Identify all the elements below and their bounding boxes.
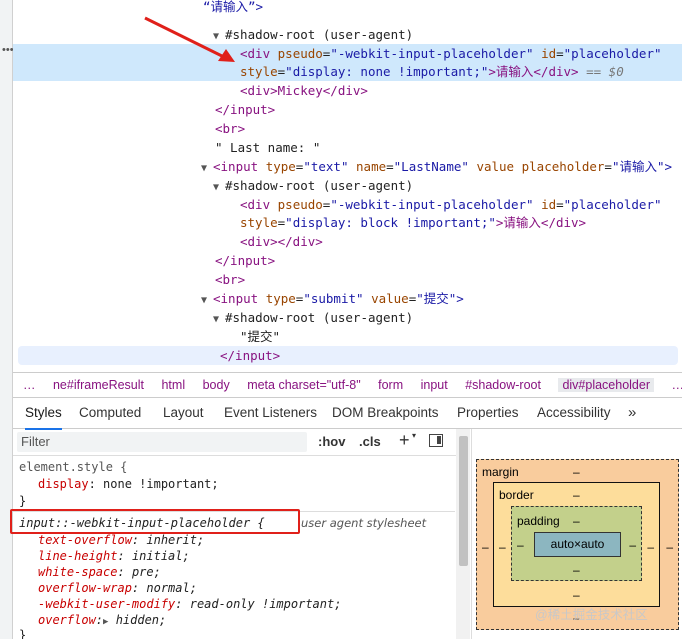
element-style-selector: element.style { (19, 460, 128, 474)
breadcrumb-item[interactable]: body (203, 378, 230, 392)
styles-tab-bar: Styles Computed Layout Event Listeners D… (13, 398, 682, 430)
padding-label: padding (517, 514, 560, 528)
breadcrumb-item[interactable]: input (421, 378, 448, 392)
dom-node-line[interactable]: “请输入”> (13, 0, 682, 16)
css-declaration: text-overflow: inherit; (38, 533, 205, 547)
scrollbar-thumb[interactable] (459, 436, 468, 566)
watermark: @稀土掘金技术社区 (535, 608, 648, 622)
breadcrumb-item-active[interactable]: div#placeholder (558, 378, 654, 392)
more-tabs-icon[interactable]: » (628, 398, 636, 428)
breadcrumb: … ne#iframeResult html body meta charset… (13, 372, 682, 398)
dom-node-line[interactable]: style="display: block !important;">请输入</… (13, 213, 682, 232)
padding-top-value: – (573, 514, 580, 528)
dom-node-line[interactable]: ▼ <input type="text" name="LastName" valu… (13, 157, 682, 176)
breadcrumb-item[interactable]: form (378, 378, 403, 392)
border-bottom-value: – (573, 588, 580, 602)
dom-node-line[interactable]: </input> (13, 100, 682, 119)
dom-node-line[interactable]: <div pseudo="-webkit-input-placeholder" … (13, 195, 682, 214)
dom-node-line[interactable]: ▼ #shadow-root (user-agent) (13, 25, 682, 44)
tab-computed[interactable]: Computed (79, 398, 141, 428)
elements-tree: “请输入”> ▼ #shadow-root (user-agent) <div p… (13, 0, 682, 370)
dom-node-line[interactable]: </input> (13, 251, 682, 270)
margin-right-value: – (666, 540, 673, 554)
dom-node-line[interactable]: <div></div> (13, 232, 682, 251)
css-declaration: overflow:▶ hidden; (38, 613, 167, 627)
dom-node-line[interactable]: <br> (13, 270, 682, 289)
more-options-icon[interactable]: ••• (2, 44, 14, 56)
dom-node-line[interactable]: " Last name: " (13, 138, 682, 157)
css-declaration: overflow-wrap: normal; (38, 581, 197, 595)
dom-node-line-selected[interactable]: <div pseudo="-webkit-input-placeholder" … (13, 44, 682, 63)
rule-close-brace: } (19, 628, 27, 639)
breadcrumb-ellipsis[interactable]: … (23, 378, 36, 392)
tab-styles[interactable]: Styles (25, 398, 62, 430)
cls-toggle[interactable]: .cls (359, 434, 381, 449)
panel-left-edge (0, 0, 13, 639)
styles-pane: element.style { display: none !important… (13, 456, 455, 639)
breadcrumb-item[interactable]: ne#iframeResult (53, 378, 144, 392)
breadcrumb-ellipsis[interactable]: … (671, 378, 682, 392)
rule-origin: user agent stylesheet (301, 516, 427, 530)
padding-right-value: – (629, 538, 636, 552)
dom-node-line[interactable]: <br> (13, 119, 682, 138)
highlight-box-annotation (10, 509, 300, 534)
new-rule-icon[interactable]: + (399, 430, 410, 451)
tab-event-listeners[interactable]: Event Listeners (224, 398, 317, 428)
border-left-value: – (499, 540, 506, 554)
padding-left-value: – (517, 538, 524, 552)
margin-label: margin (482, 465, 519, 479)
dom-node-line[interactable]: ▼ <input type="submit" value="提交"> (13, 289, 682, 308)
border-label: border (499, 488, 534, 502)
filter-placeholder: Filter (21, 434, 50, 449)
toggle-sidebar-icon[interactable] (429, 434, 443, 447)
filter-input[interactable] (17, 432, 307, 452)
tab-dom-breakpoints[interactable]: DOM Breakpoints (332, 398, 439, 428)
styles-toolbar: Filter :hov .cls + ▾ (13, 429, 470, 456)
dom-node-line-selected[interactable]: style="display: none !important;">请输入</d… (13, 62, 682, 81)
expand-triangle-icon[interactable]: ▶ (103, 617, 108, 627)
dom-node-line[interactable]: "提交" (13, 327, 682, 346)
dom-node-line[interactable]: </input> (18, 346, 678, 365)
dom-node-line[interactable]: ▼ #shadow-root (user-agent) (13, 308, 682, 327)
css-declaration: line-height: initial; (38, 549, 190, 563)
dom-node-line[interactable]: ▼ #shadow-root (user-agent) (13, 176, 682, 195)
border-top-value: – (573, 488, 580, 502)
breadcrumb-item[interactable]: meta charset="utf-8" (247, 378, 360, 392)
box-content[interactable]: auto×auto (534, 532, 621, 557)
margin-top-value: – (573, 465, 580, 479)
dom-node-line[interactable]: <div>Mickey</div> (13, 81, 682, 100)
rule-close-brace: } (19, 494, 27, 508)
margin-left-value: – (482, 540, 489, 554)
tab-accessibility[interactable]: Accessibility (537, 398, 611, 428)
css-declaration: -webkit-user-modify: read-only !importan… (38, 597, 342, 611)
border-right-value: – (647, 540, 654, 554)
breadcrumb-item[interactable]: html (161, 378, 185, 392)
hov-toggle[interactable]: :hov (318, 434, 345, 449)
css-declaration: white-space: pre; (38, 565, 161, 579)
css-declaration[interactable]: display: none !important; (38, 476, 219, 492)
tab-layout[interactable]: Layout (163, 398, 204, 428)
tab-properties[interactable]: Properties (457, 398, 519, 428)
padding-bottom-value: – (573, 563, 580, 577)
new-rule-dropdown-icon[interactable]: ▾ (412, 431, 416, 440)
red-arrow-annotation (144, 16, 235, 62)
breadcrumb-item[interactable]: #shadow-root (465, 378, 541, 392)
